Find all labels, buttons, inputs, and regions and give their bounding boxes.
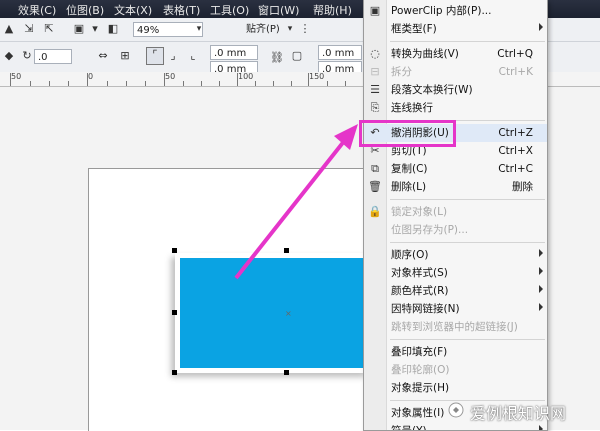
arrow-head xyxy=(334,124,358,150)
watermark-logo-icon xyxy=(448,402,464,418)
arrow-shaft xyxy=(234,138,347,280)
annotation-arrow xyxy=(234,124,358,280)
watermark-text: 爱例根知识网 xyxy=(470,404,567,423)
